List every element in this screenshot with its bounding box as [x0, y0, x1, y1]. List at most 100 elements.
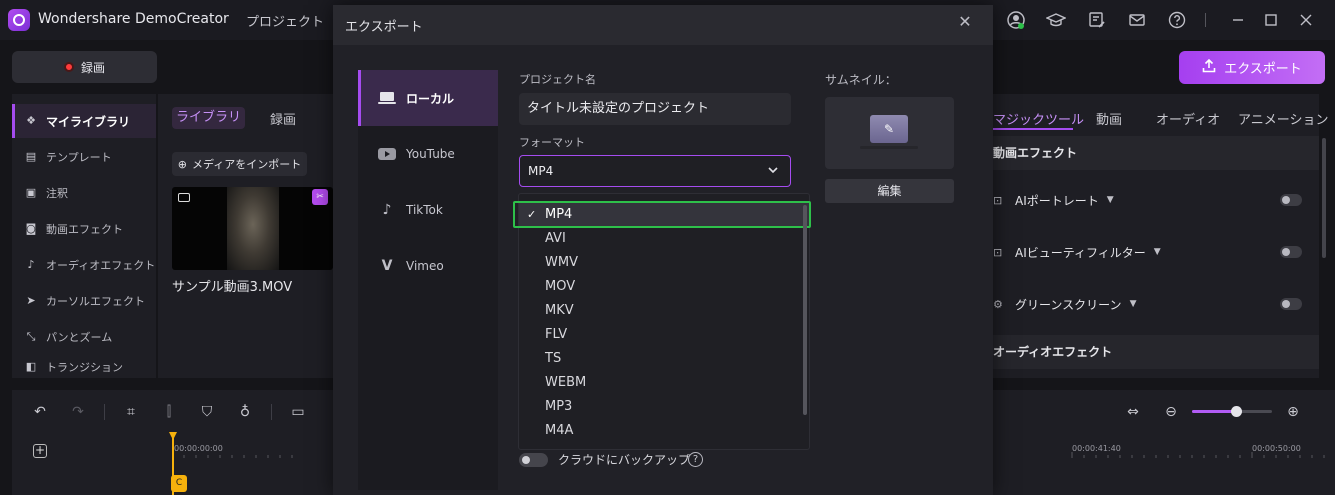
chevron-down-icon[interactable]: ▼ — [1107, 195, 1114, 205]
minimize-icon[interactable] — [1228, 10, 1248, 30]
right-panel-scrollbar[interactable] — [1322, 138, 1326, 258]
export-button[interactable]: エクスポート — [1179, 51, 1325, 84]
tiktok-icon: ♪ — [382, 202, 392, 218]
add-track-button[interactable]: + — [33, 444, 47, 458]
project-name-input[interactable]: タイトル未設定のプロジェクト — [519, 93, 791, 125]
undo-icon[interactable]: ↶ — [30, 402, 50, 422]
video-type-icon — [178, 193, 190, 202]
format-option-mkv[interactable]: MKV — [519, 299, 809, 323]
tab-animation[interactable]: アニメーション — [1238, 109, 1328, 128]
record-button[interactable]: 録画 — [12, 51, 157, 83]
chevron-down-icon[interactable]: ▼ — [1130, 299, 1137, 309]
green-screen-row[interactable]: ⚙ グリーンスクリーン ▼ — [993, 286, 1319, 322]
destination-local[interactable]: ローカル — [358, 70, 498, 126]
thumbnail-shadow — [860, 146, 918, 149]
destination-tiktok[interactable]: ♪ TikTok — [358, 182, 498, 238]
split-icon[interactable]: ⫿ — [159, 402, 179, 422]
tab-library[interactable]: ライブラリ — [172, 107, 245, 129]
destination-vimeo[interactable]: V Vimeo — [358, 238, 498, 294]
sidebar-item-video-effects[interactable]: ◙ 動画エフェクト — [12, 212, 156, 246]
ai-beauty-toggle[interactable] — [1280, 246, 1302, 258]
redo-icon[interactable]: ↷ — [68, 402, 88, 422]
sidebar-item-pan-zoom[interactable]: ⤡ パンとズーム — [12, 320, 156, 354]
mail-icon[interactable] — [1127, 10, 1147, 30]
chevron-down-icon[interactable] — [767, 164, 779, 176]
cloud-backup-toggle[interactable] — [519, 453, 548, 467]
sidebar-item-label: マイライブラリ — [46, 114, 131, 129]
sidebar-item-label: パンとズーム — [46, 331, 113, 344]
green-screen-label: グリーンスクリーン — [1015, 297, 1122, 312]
destination-label: YouTube — [406, 147, 455, 161]
fit-timeline-icon[interactable]: ⇔ — [1123, 402, 1143, 422]
playhead-clip-marker[interactable]: C — [171, 475, 187, 492]
sidebar-item-annotations[interactable]: ▣ 注釈 — [12, 176, 156, 210]
app-title: Wondershare DemoCreator — [38, 11, 229, 27]
sidebar-item-templates[interactable]: ▤ テンプレート — [12, 140, 156, 174]
format-option-mp3[interactable]: MP3 — [519, 395, 809, 419]
destination-label: TikTok — [406, 203, 443, 217]
format-dropdown-list: ✓ MP4 AVI WMV MOV MKV FLV TS WEBM MP3 M4A — [518, 193, 810, 450]
export-upload-icon — [1202, 58, 1216, 77]
close-window-icon[interactable] — [1296, 10, 1316, 30]
sidebar-item-my-library[interactable]: ❖ マイライブラリ — [12, 104, 156, 138]
export-dialog-title: エクスポート — [345, 20, 423, 35]
sidebar-item-cursor-effects[interactable]: ➤ カーソルエフェクト — [12, 284, 156, 318]
menu-project[interactable]: プロジェクト — [246, 11, 324, 30]
help-icon[interactable]: ? — [688, 452, 703, 467]
app-logo-icon — [8, 9, 30, 31]
export-dialog-header — [333, 5, 993, 45]
ai-beauty-row[interactable]: ⊡ AIビューティフィルター ▼ — [993, 234, 1319, 270]
media-thumbnail[interactable]: ✂ — [172, 187, 333, 270]
maximize-icon[interactable] — [1261, 10, 1281, 30]
destination-list: ローカル YouTube ♪ TikTok V Vimeo — [358, 70, 498, 490]
format-option-mov[interactable]: MOV — [519, 275, 809, 299]
import-media-button[interactable]: ⊕ メディアをインポート — [172, 152, 307, 176]
format-option-m4a[interactable]: M4A — [519, 419, 809, 443]
format-option-flv[interactable]: FLV — [519, 323, 809, 347]
close-icon[interactable]: ✕ — [957, 14, 973, 30]
account-icon[interactable] — [1006, 10, 1026, 30]
media-preview-image — [227, 187, 279, 270]
sidebar-item-audio-effects[interactable]: ♪ オーディオエフェクト — [12, 248, 156, 282]
record-dot-icon — [63, 62, 74, 72]
graduation-cap-icon[interactable] — [1045, 10, 1067, 30]
dropdown-scrollbar[interactable] — [803, 205, 807, 415]
marker-icon[interactable]: ⛉ — [197, 402, 217, 422]
laptop-icon — [376, 90, 398, 106]
edit-thumbnail-button[interactable]: 編集 — [825, 179, 954, 203]
import-media-label: メディアをインポート — [191, 158, 302, 171]
tab-video[interactable]: 動画 — [1096, 109, 1122, 128]
template-icon: ▤ — [25, 150, 37, 163]
help-icon[interactable] — [1167, 10, 1187, 30]
tab-audio[interactable]: オーディオ — [1156, 109, 1220, 128]
sidebar-item-label: 注釈 — [46, 187, 68, 200]
format-option-ts[interactable]: TS — [519, 347, 809, 371]
media-name: サンプル動画3.MOV — [172, 280, 293, 295]
edit-image-icon: ✎ — [870, 115, 908, 143]
ai-portrait-toggle[interactable] — [1280, 194, 1302, 206]
crop-icon[interactable]: ⌗ — [121, 402, 141, 422]
chevron-down-icon[interactable]: ▼ — [1154, 247, 1161, 257]
format-option-webm[interactable]: WEBM — [519, 371, 809, 395]
zoom-out-icon[interactable]: ⊖ — [1161, 402, 1181, 422]
zoom-slider-handle[interactable] — [1231, 406, 1242, 417]
plus-circle-icon: ⊕ — [177, 157, 187, 171]
format-option-avi[interactable]: AVI — [519, 227, 809, 251]
destination-youtube[interactable]: YouTube — [358, 126, 498, 182]
sidebar-item-transitions[interactable]: ◧ トランジション — [12, 356, 156, 378]
zoom-in-icon[interactable]: ⊕ — [1283, 402, 1303, 422]
format-select[interactable]: MP4 — [519, 155, 791, 187]
selected-option-highlight — [513, 201, 811, 228]
edit-tools-icon[interactable] — [1087, 10, 1107, 30]
export-label: エクスポート — [1224, 62, 1302, 77]
caption-icon[interactable]: ▭ — [288, 402, 308, 422]
tab-magic-tools[interactable]: マジックツール — [993, 109, 1084, 128]
pan-zoom-icon: ⤡ — [26, 330, 36, 343]
sidebar-item-label: テンプレート — [46, 151, 112, 164]
format-label: フォーマット — [519, 136, 585, 149]
tab-record[interactable]: 録画 — [270, 109, 296, 128]
green-screen-toggle[interactable] — [1280, 298, 1302, 310]
ai-portrait-row[interactable]: ⊡ AIポートレート ▼ — [993, 182, 1319, 218]
format-option-wmv[interactable]: WMV — [519, 251, 809, 275]
microphone-icon[interactable]: ♁ — [235, 402, 255, 422]
